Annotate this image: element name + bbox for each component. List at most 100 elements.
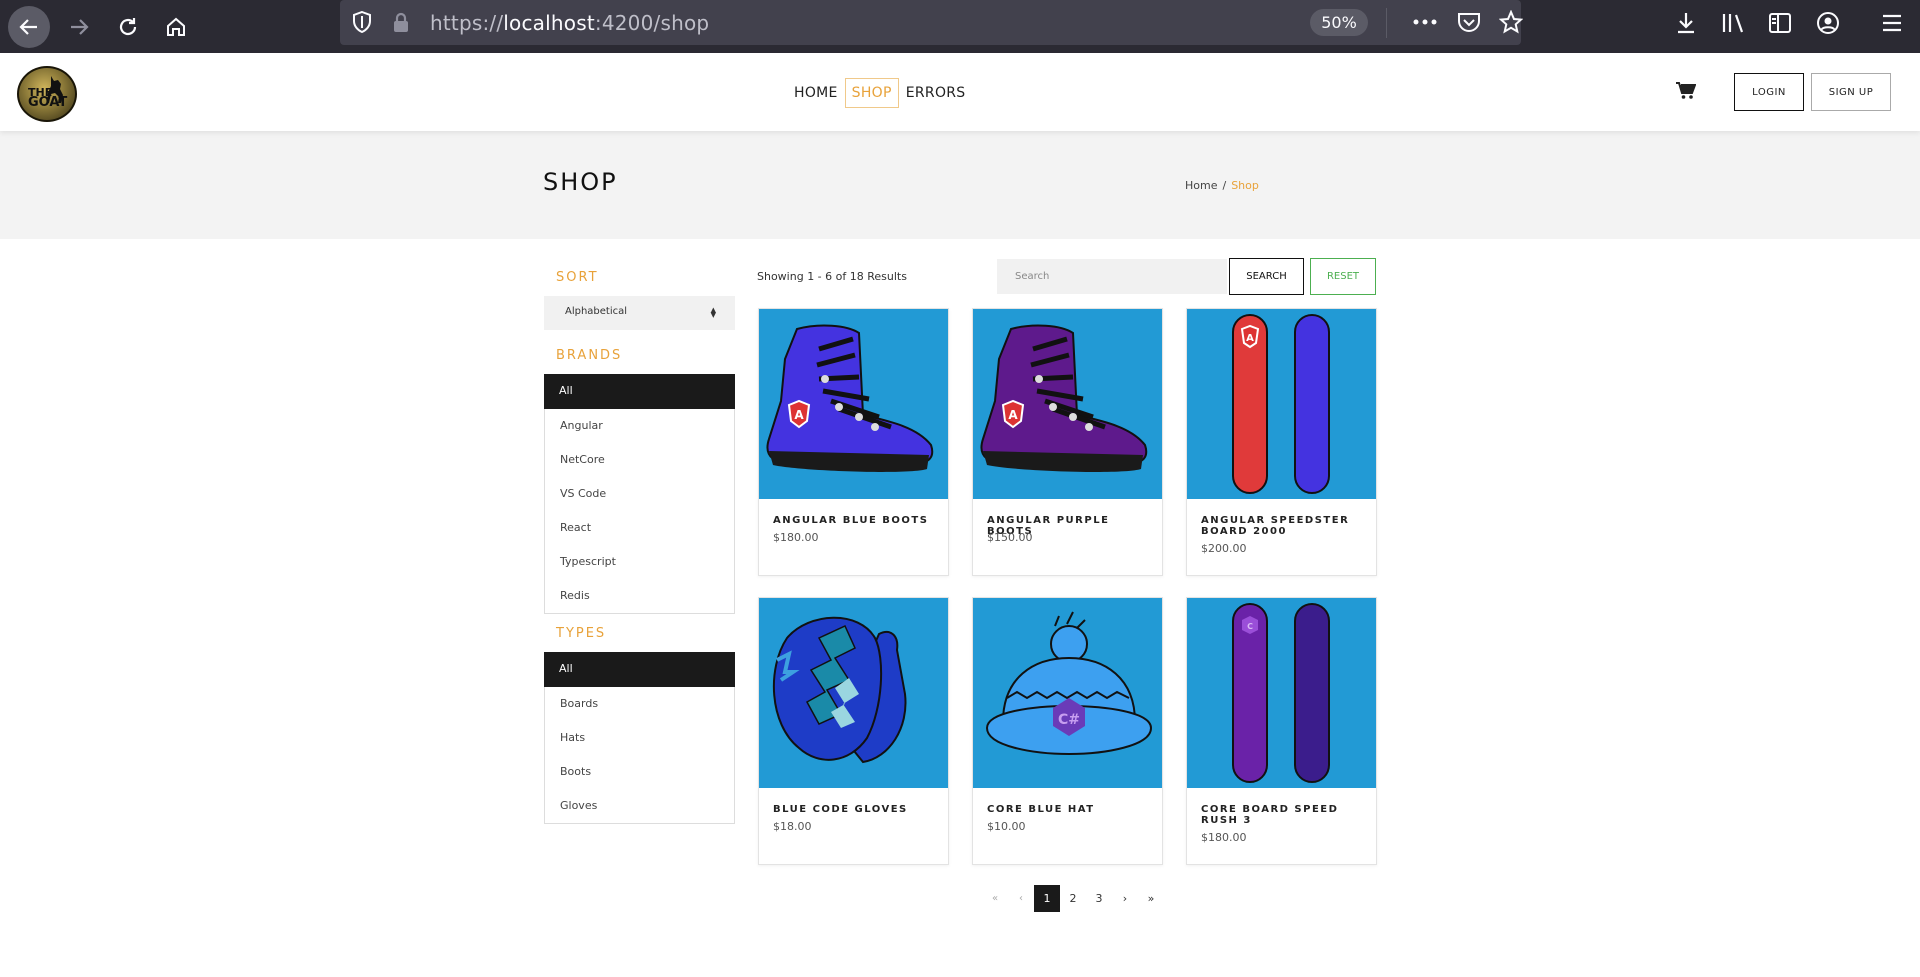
types-heading: TYPES — [556, 626, 607, 641]
product-card[interactable]: BLUE CODE GLOVES $18.00 — [758, 597, 949, 865]
svg-text:C#: C# — [1058, 712, 1080, 728]
sort-heading: SORT — [556, 270, 599, 285]
page-last[interactable]: » — [1138, 885, 1164, 912]
breadcrumb-home[interactable]: Home — [1185, 179, 1217, 192]
forward-button[interactable] — [58, 6, 100, 48]
brand-item-netcore[interactable]: NetCore — [545, 443, 734, 477]
page-title-bar: SHOP Home / Shop — [0, 131, 1920, 239]
breadcrumb: Home / Shop — [1185, 179, 1259, 192]
zoom-badge[interactable]: 50% — [1310, 9, 1368, 36]
sort-select[interactable]: Alphabetical ▲ ▼ — [544, 296, 735, 330]
url-text: https://localhost:4200/shop — [430, 11, 710, 35]
product-image[interactable]: A — [759, 309, 948, 499]
svg-text:C: C — [1247, 622, 1253, 631]
product-card[interactable]: C# CORE BLUE HAT $10.00 — [972, 597, 1163, 865]
brand-item-typescript[interactable]: Typescript — [545, 545, 734, 579]
sort-caret-icon: ▲ ▼ — [710, 306, 716, 319]
results-count: Showing 1 - 6 of 18 Results — [757, 270, 907, 283]
pocket-icon[interactable] — [1457, 11, 1481, 33]
arrow-right-icon — [71, 19, 89, 35]
breadcrumb-separator: / — [1222, 179, 1227, 192]
product-price: $200.00 — [1201, 542, 1247, 555]
page-2[interactable]: 2 — [1060, 885, 1086, 912]
svg-text:A: A — [1246, 333, 1254, 344]
product-image[interactable]: A — [1187, 309, 1376, 499]
nav-shop[interactable]: SHOP — [844, 77, 899, 108]
product-price: $150.00 — [987, 531, 1033, 544]
shopping-cart-icon[interactable] — [1676, 82, 1697, 104]
boot-image: A — [766, 324, 934, 472]
reload-icon — [119, 18, 137, 36]
types-filter-list: All Boards Hats Boots Gloves — [544, 652, 735, 824]
url-bar[interactable]: https://localhost:4200/shop 50% — [340, 0, 1523, 45]
brand-item-redis[interactable]: Redis — [545, 579, 734, 613]
page-3[interactable]: 3 — [1086, 885, 1112, 912]
boot-image: A — [980, 324, 1148, 472]
product-name[interactable]: CORE BOARD SPEED RUSH 3 — [1201, 804, 1371, 826]
type-item-boards[interactable]: Boards — [545, 687, 734, 721]
back-button[interactable] — [8, 6, 50, 48]
product-image[interactable] — [759, 598, 948, 788]
product-image[interactable]: C — [1187, 598, 1376, 788]
shield-icon[interactable] — [352, 11, 372, 33]
sidebar-icon[interactable] — [1768, 11, 1792, 35]
divider — [1386, 8, 1387, 38]
brand-item-vscode[interactable]: VS Code — [545, 477, 734, 511]
page-next[interactable]: › — [1112, 885, 1138, 912]
reset-button[interactable]: RESET — [1310, 258, 1376, 295]
page-prev[interactable]: ‹ — [1008, 885, 1034, 912]
product-name[interactable]: ANGULAR BLUE BOOTS — [773, 515, 943, 526]
type-item-all[interactable]: All — [544, 652, 735, 687]
product-card[interactable]: C CORE BOARD SPEED RUSH 3 $180.00 — [1186, 597, 1377, 865]
logo[interactable]: THE GOAT — [17, 66, 77, 122]
product-name[interactable]: CORE BLUE HAT — [987, 804, 1157, 815]
brands-heading: BRANDS — [556, 348, 623, 363]
product-price: $180.00 — [1201, 831, 1247, 844]
login-button[interactable]: LOGIN — [1734, 73, 1804, 111]
hat-image: C# — [985, 611, 1153, 756]
menu-icon[interactable] — [1881, 11, 1903, 35]
svg-text:A: A — [794, 408, 804, 422]
snowboard-image: C — [1232, 603, 1330, 783]
type-item-hats[interactable]: Hats — [545, 721, 734, 755]
nav-home[interactable]: HOME — [787, 78, 845, 108]
library-icon[interactable] — [1721, 11, 1747, 35]
logo-text: THE GOAT — [28, 86, 68, 110]
svg-text:A: A — [1008, 408, 1018, 422]
lock-icon[interactable] — [392, 12, 410, 34]
reload-button[interactable] — [107, 6, 149, 48]
brand-item-all[interactable]: All — [544, 374, 735, 409]
pagination: « ‹ 1 2 3 › » — [982, 885, 1164, 912]
search-button[interactable]: SEARCH — [1229, 258, 1304, 295]
brand-item-angular[interactable]: Angular — [545, 409, 734, 443]
product-card[interactable]: A ANGULAR BLUE BOOTS $180.00 — [758, 308, 949, 576]
snowboard-image: A — [1232, 314, 1330, 494]
more-icon[interactable] — [1412, 11, 1438, 33]
brand-item-react[interactable]: React — [545, 511, 734, 545]
site-header: THE GOAT HOME SHOP ERRORS LOGIN SIGN UP — [0, 53, 1920, 131]
sign-up-button[interactable]: SIGN UP — [1811, 73, 1891, 111]
product-card[interactable]: A ANGULAR SPEEDSTER BOARD 2000 $200.00 — [1186, 308, 1377, 576]
product-image[interactable]: C# — [973, 598, 1162, 788]
product-image[interactable]: A — [973, 309, 1162, 499]
product-card[interactable]: A ANGULAR PURPLE BOOTS $150.00 — [972, 308, 1163, 576]
page-1[interactable]: 1 — [1034, 885, 1060, 912]
sort-value: Alphabetical — [565, 306, 628, 317]
page-first[interactable]: « — [982, 885, 1008, 912]
account-icon[interactable] — [1816, 11, 1840, 35]
brands-filter-list: All Angular NetCore VS Code React Typesc… — [544, 374, 735, 614]
product-name[interactable]: BLUE CODE GLOVES — [773, 804, 943, 815]
product-name[interactable]: ANGULAR SPEEDSTER BOARD 2000 — [1201, 515, 1371, 537]
download-icon[interactable] — [1675, 11, 1697, 35]
main-nav: HOME SHOP ERRORS — [787, 77, 973, 108]
home-button[interactable] — [155, 6, 197, 48]
product-price: $10.00 — [987, 820, 1026, 833]
nav-errors[interactable]: ERRORS — [899, 78, 973, 108]
type-item-boots[interactable]: Boots — [545, 755, 734, 789]
gloves-image — [772, 616, 907, 764]
page-title: SHOP — [543, 168, 618, 196]
type-item-gloves[interactable]: Gloves — [545, 789, 734, 823]
search-input[interactable] — [997, 259, 1227, 294]
product-price: $18.00 — [773, 820, 812, 833]
star-icon[interactable] — [1499, 10, 1523, 34]
